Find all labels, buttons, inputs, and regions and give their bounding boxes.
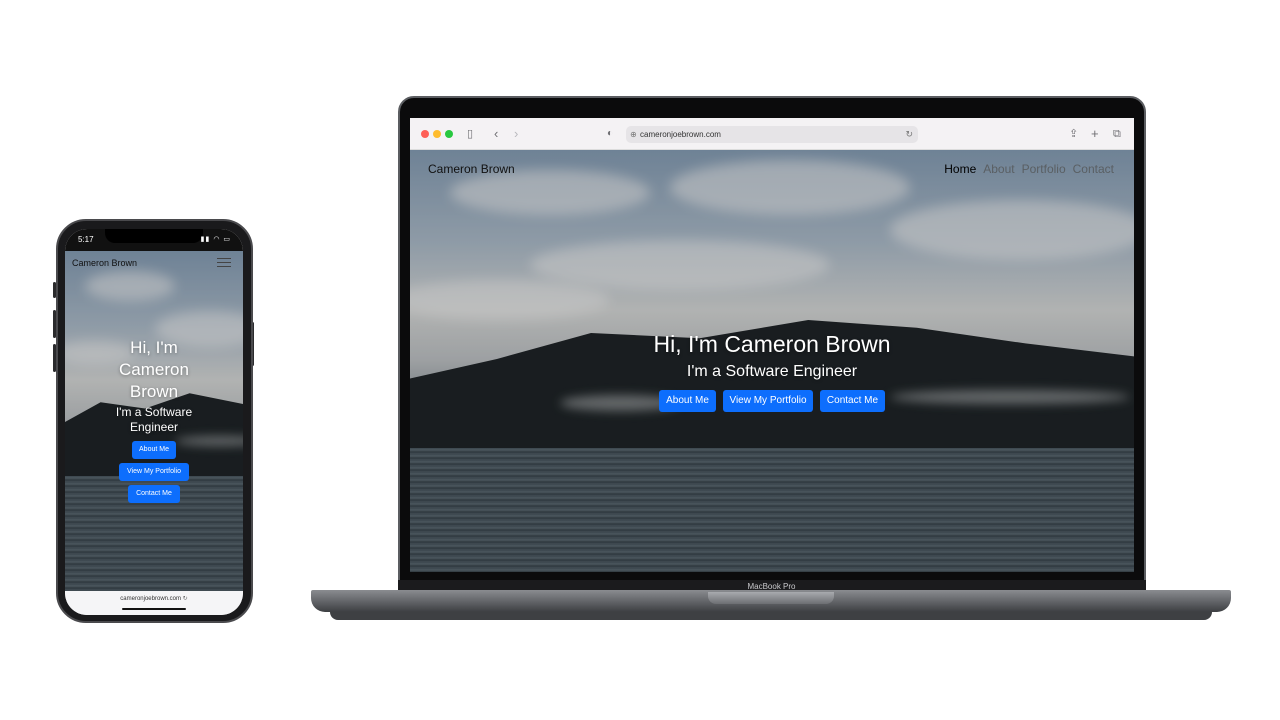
browser-toolbar: ▯ ‹ › ◐ ⊕ cameronjoebrown.com ↻ ⇪ + ⧉ [410,118,1134,150]
address-bar[interactable]: ⊕ cameronjoebrown.com ↻ [626,126,918,143]
phone-url: cameronjoebrown.com [120,596,181,602]
phone-hero: Cameron Brown Hi, I'm Cameron Brown I'm … [65,251,243,591]
phone-hero-title: Hi, I'm Cameron Brown [119,338,189,401]
phone-about-button[interactable]: About Me [132,441,176,459]
phone-signal-icons: ▮▮ ◠ ▭ [200,236,231,243]
phone-screen: 5:17 ▮▮ ◠ ▭ Cameron Brown Hi, I'm Camero… [65,229,243,615]
minimize-window-icon[interactable] [433,130,441,138]
phone-notch [105,229,203,243]
forward-arrow-icon[interactable]: › [514,126,518,142]
site-nav: Home About Portfolio Contact [944,162,1114,176]
hero-title: Hi, I'm Cameron Brown [653,331,891,357]
close-window-icon[interactable] [421,130,429,138]
back-arrow-icon[interactable]: ‹ [494,126,498,142]
phone-hero-subtitle: I'm a Software Engineer [115,405,193,434]
reload-icon[interactable]: ↻ [183,596,188,602]
maximize-window-icon[interactable] [445,130,453,138]
phone-contact-button[interactable]: Contact Me [128,485,180,503]
globe-icon: ⊕ [630,130,637,139]
reload-icon[interactable]: ↻ [905,126,913,143]
about-button[interactable]: About Me [659,390,716,412]
site-hero: Cameron Brown Home About Portfolio Conta… [410,150,1134,572]
site-brand[interactable]: Cameron Brown [428,162,515,176]
phone-brand[interactable]: Cameron Brown [72,258,137,268]
hero-subtitle: I'm a Software Engineer [686,363,858,380]
privacy-shield-icon[interactable]: ◐ [607,126,613,142]
hero-overlay [410,150,1134,572]
hamburger-menu-icon[interactable] [215,255,233,269]
phone-status-bar: 5:17 ▮▮ ◠ ▭ [65,229,243,251]
tab-overview-icon[interactable]: ⧉ [1113,126,1121,142]
nav-contact[interactable]: Contact [1073,162,1114,176]
portfolio-button[interactable]: View My Portfolio [723,390,813,412]
share-icon[interactable]: ⇪ [1069,126,1078,142]
phone-address-bar[interactable]: cameronjoebrown.com ↻ [65,591,243,615]
contact-button[interactable]: Contact Me [820,390,885,412]
nav-home[interactable]: Home [944,162,976,176]
phone-home-indicator[interactable] [122,608,186,610]
macbook-thumb-notch [708,592,834,604]
nav-about[interactable]: About [983,162,1014,176]
phone-status-time: 5:17 [78,235,94,244]
sidebar-toggle-icon[interactable]: ▯ [467,126,473,142]
macbook-foot [330,612,1212,620]
macbook-screen: ▯ ‹ › ◐ ⊕ cameronjoebrown.com ↻ ⇪ + ⧉ Ca… [410,118,1134,572]
nav-portfolio[interactable]: Portfolio [1022,162,1066,176]
address-bar-url: cameronjoebrown.com [640,130,721,139]
new-tab-icon[interactable]: + [1091,126,1099,142]
phone-portfolio-button[interactable]: View My Portfolio [119,463,189,481]
